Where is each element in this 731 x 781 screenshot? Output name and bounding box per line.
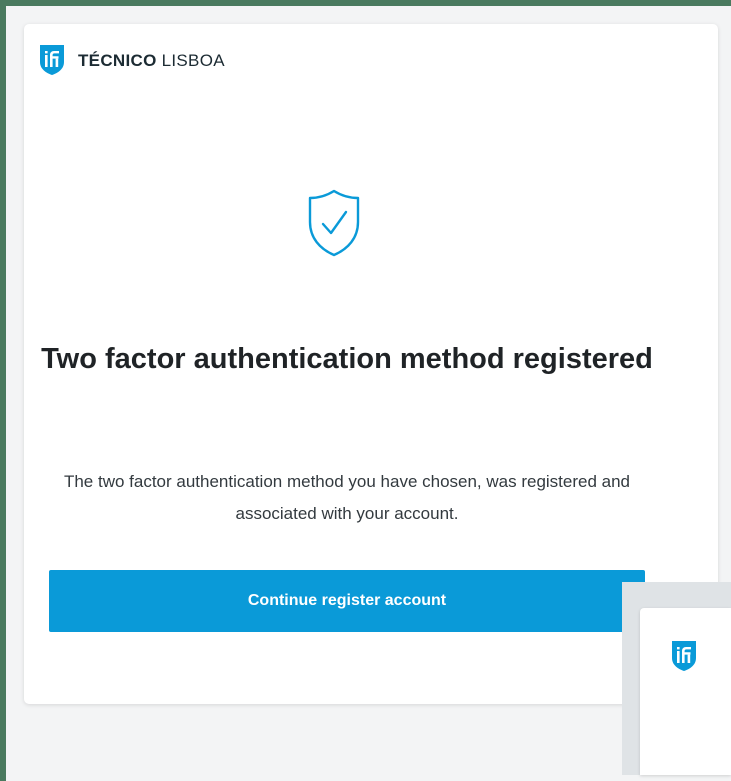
brand-header: TÉCNICO LISBOA (38, 44, 225, 76)
shield-check-icon (308, 189, 360, 257)
brand-name: TÉCNICO LISBOA (78, 52, 225, 69)
ist-logo-icon (40, 45, 64, 75)
brand-name-bold: TÉCNICO (78, 50, 157, 70)
page-title: Two factor authentication method registe… (41, 343, 653, 375)
confirmation-message: The two factor authentication method you… (63, 472, 631, 523)
brand-name-light: LISBOA (156, 50, 225, 70)
background-window-card (640, 608, 731, 775)
continue-register-account-button[interactable]: Continue register account (49, 570, 645, 632)
ist-logo-icon (672, 641, 696, 671)
